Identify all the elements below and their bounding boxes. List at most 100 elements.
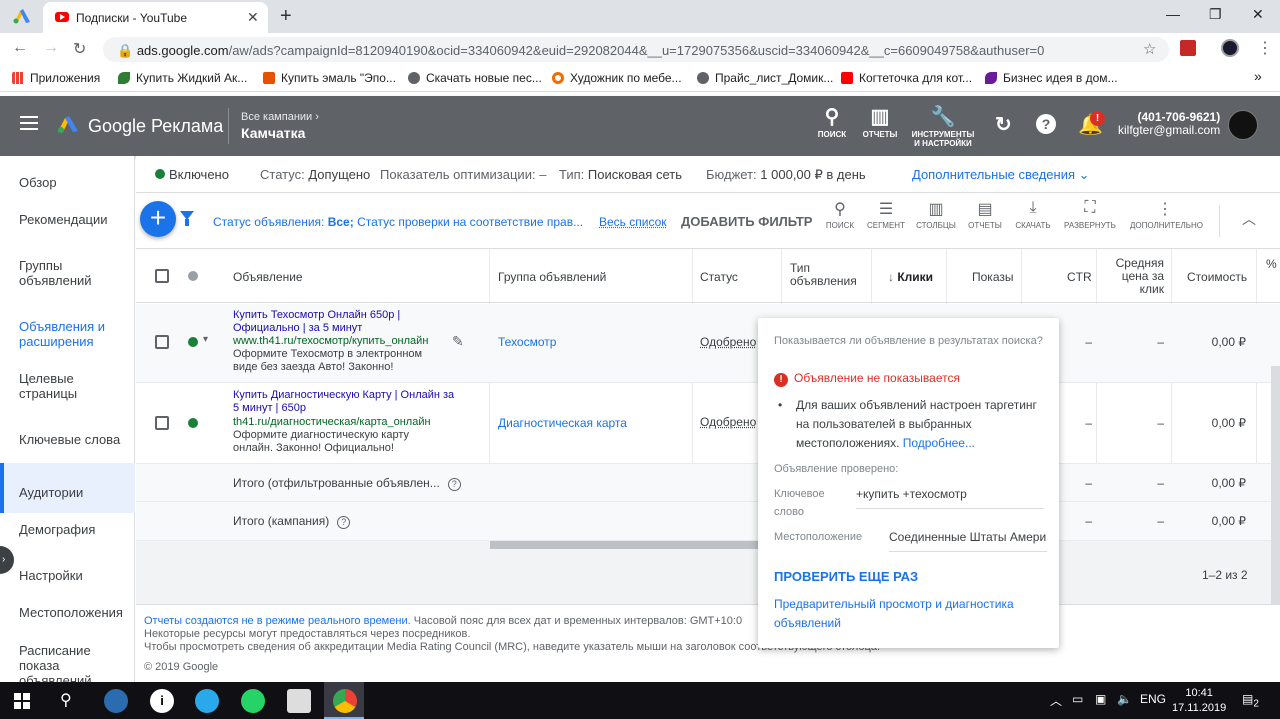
column-header-ad-type[interactable]: Тип объявления	[790, 262, 865, 288]
help-circle-icon[interactable]: ?	[337, 516, 351, 529]
all-list-link[interactable]: Весь список	[599, 215, 667, 229]
column-header-ad-group[interactable]: Группа объявлений	[498, 270, 606, 284]
restore-button[interactable]: ❐	[1209, 6, 1222, 23]
column-header-clicks[interactable]: ↓ Клики	[888, 270, 933, 284]
avatar[interactable]	[1228, 110, 1258, 140]
browser-menu-icon[interactable]: ⋮	[1257, 38, 1273, 58]
bookmark-item[interactable]: Художник по мебе...	[552, 71, 682, 85]
sidebar-item-audiences[interactable]: Аудитории	[19, 485, 129, 500]
info-icon[interactable]: i	[150, 689, 174, 713]
header-tools-button[interactable]: 🔧 ИНСТРУМЕНТЫ И НАСТРОЙКИ	[911, 106, 975, 148]
sidebar-item-keywords[interactable]: Ключевые слова	[19, 432, 129, 447]
toolbar-download-button[interactable]: ⤓ СКАЧАТЬ	[1013, 199, 1053, 230]
column-header-status[interactable]: Статус	[700, 270, 738, 284]
status-dropdown-icon[interactable]: ▾	[203, 334, 208, 345]
column-header-cost[interactable]: Стоимость	[1187, 270, 1247, 284]
toolbar-reports-button[interactable]: ▤ ОТЧЕТЫ	[966, 199, 1004, 230]
toolbar-more-button[interactable]: ⋮ ДОПОЛНИТЕЛЬНО	[1130, 199, 1203, 230]
minimize-button[interactable]: —	[1166, 6, 1180, 22]
sidebar-collapse-icon[interactable]: ›	[0, 546, 14, 574]
back-icon[interactable]: ←	[12, 39, 28, 57]
filter-icon[interactable]	[180, 211, 194, 226]
bookmark-item[interactable]: Прайс_лист_Домик...	[697, 71, 833, 85]
column-header-avg-cpc[interactable]: Средняя цена за клик	[1106, 257, 1164, 296]
toolbar-columns-button[interactable]: ▥ СТОЛБЦЫ	[916, 199, 956, 230]
campaign-enabled-toggle[interactable]: Включено	[155, 167, 229, 182]
chevron-up-icon[interactable]: ︿	[1242, 209, 1256, 229]
sidebar-item-demographics[interactable]: Демография	[19, 522, 129, 537]
window-close-button[interactable]: ✕	[1252, 6, 1264, 23]
add-filter-button[interactable]: ДОБАВИТЬ ФИЛЬТР	[681, 214, 812, 229]
sidebar-item-recommendations[interactable]: Рекомендации	[19, 212, 129, 227]
realtime-reports-link[interactable]: Отчеты создаются не в режиме реального в…	[144, 615, 411, 627]
breadcrumb-all-campaigns[interactable]: Все кампании ›	[241, 111, 319, 123]
help-icon[interactable]: ?	[1036, 114, 1056, 134]
whatsapp-icon[interactable]	[241, 689, 265, 713]
header-reports-button[interactable]: ▥ ОТЧЕТЫ	[861, 106, 899, 139]
header-search-button[interactable]: ⚲ ПОИСК	[813, 106, 851, 139]
bookmarks-overflow[interactable]: »	[1254, 68, 1262, 84]
ad-status[interactable]: Одобрено	[700, 335, 756, 349]
ad-status[interactable]: Одобрено	[700, 415, 756, 429]
url-text[interactable]: 🔒 ads.google.com/aw/ads?campaignId=81209…	[117, 43, 1044, 59]
column-header-impressions[interactable]: Показы	[972, 270, 1013, 284]
add-ad-button[interactable]: +	[140, 201, 176, 237]
sidebar-item-settings[interactable]: Настройки	[19, 568, 129, 583]
column-header-ad[interactable]: Объявление	[233, 270, 303, 284]
location-value[interactable]: Соединенные Штаты Амери	[889, 530, 1047, 544]
bookmark-star-icon[interactable]: ☆	[1143, 40, 1156, 58]
row-checkbox[interactable]	[155, 416, 169, 430]
campaign-name[interactable]: Камчатка	[241, 125, 305, 141]
learn-more-link[interactable]: Подробнее...	[903, 436, 975, 450]
forward-icon[interactable]: →	[43, 39, 59, 57]
hamburger-menu-icon[interactable]	[20, 116, 38, 130]
bookmark-item[interactable]: Купить Жидкий Ак...	[118, 71, 247, 85]
active-filters[interactable]: Статус объявления: Все; Статус проверки …	[213, 215, 583, 229]
ad-headline[interactable]: Купить Диагностическую Карту | Онлайн за…	[233, 389, 458, 415]
calculator-icon[interactable]	[287, 689, 311, 713]
tray-volume-icon[interactable]: 🔈	[1117, 692, 1132, 706]
tray-device-icon[interactable]: ▭	[1072, 692, 1083, 706]
system-clock[interactable]: 10:41 17.11.2019	[1172, 686, 1226, 716]
tab-close-icon[interactable]: ✕	[247, 9, 259, 26]
sidebar-item-overview[interactable]: Обзор	[19, 175, 129, 190]
select-all-checkbox[interactable]	[155, 269, 169, 283]
sidebar-item-ad-groups[interactable]: Группы объявлений	[19, 258, 129, 288]
toolbar-segment-button[interactable]: ☰ СЕГМЕНТ	[866, 199, 906, 230]
reload-icon[interactable]: ↻	[73, 39, 86, 59]
extension-icon[interactable]	[1180, 40, 1196, 56]
profile-icon[interactable]	[1221, 39, 1239, 57]
telegram-icon[interactable]	[195, 689, 219, 713]
edit-pencil-icon[interactable]: ✎	[452, 333, 464, 350]
sidebar-item-ads-extensions[interactable]: Объявления и расширения	[19, 319, 129, 349]
toolbar-search-button[interactable]: ⚲ ПОИСК	[823, 199, 857, 230]
bookmark-item[interactable]: Купить эмаль "Эпо...	[263, 71, 396, 85]
column-header-percent[interactable]: %	[1266, 257, 1277, 271]
ad-headline[interactable]: Купить Техосмотр Онлайн 650р | Официальн…	[233, 309, 448, 335]
recheck-button[interactable]: ПРОВЕРИТЬ ЕЩЕ РАЗ	[774, 569, 918, 584]
refresh-icon[interactable]: ↻	[995, 114, 1012, 138]
column-header-ctr[interactable]: CTR	[1067, 270, 1092, 284]
new-tab-button[interactable]: +	[280, 5, 292, 28]
tray-overflow-icon[interactable]: ︿	[1050, 692, 1062, 709]
ad-group-link[interactable]: Техосмотр	[498, 335, 556, 349]
sidebar-item-landing-pages[interactable]: Целевые страницы	[19, 371, 129, 401]
bookmark-item[interactable]: Когтеточка для кот...	[841, 71, 972, 85]
language-indicator[interactable]: ENG	[1140, 692, 1166, 706]
bookmark-item[interactable]: Приложения	[12, 71, 100, 85]
account-info[interactable]: (401-706-9621) kilfgter@gmail.com	[1118, 111, 1220, 137]
bookmark-item[interactable]: Бизнес идея в дом...	[985, 71, 1118, 85]
horizontal-scrollbar[interactable]	[490, 541, 760, 549]
bookmark-item[interactable]: Скачать новые пес...	[408, 71, 542, 85]
search-icon[interactable]: ⚲	[60, 690, 72, 710]
row-checkbox[interactable]	[155, 335, 169, 349]
windows-start-icon[interactable]	[14, 693, 30, 709]
preview-diagnosis-link[interactable]: Предварительный просмотр и диагностика о…	[774, 595, 1044, 633]
more-info-link[interactable]: Дополнительные сведения ⌄	[912, 167, 1090, 183]
toolbar-expand-button[interactable]: ⛶ РАЗВЕРНУТЬ	[1064, 199, 1116, 230]
skype-icon[interactable]	[104, 689, 128, 713]
sidebar-item-locations[interactable]: Местоположения	[19, 605, 129, 620]
tab-youtube[interactable]: Подписки - YouTube ✕	[43, 2, 268, 33]
omnibox[interactable]: 🔒 ads.google.com/aw/ads?campaignId=81209…	[103, 37, 1169, 62]
ad-group-link[interactable]: Диагностическая карта	[498, 416, 627, 430]
